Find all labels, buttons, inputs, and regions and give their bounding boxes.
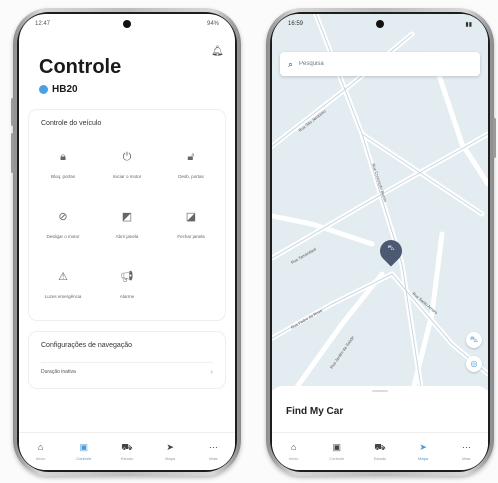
find-my-car-sheet: Find My Car <box>272 386 488 432</box>
control-label: Bloq. portas <box>50 174 75 179</box>
car-locate-icon[interactable]: ⛍ <box>466 332 482 348</box>
tab-label: Mais <box>462 456 471 461</box>
side-button <box>11 98 14 126</box>
tab-estado[interactable]: ⛟ Estado <box>363 442 397 461</box>
tab-estado[interactable]: ⛟ Estado <box>110 442 144 461</box>
tab-mapa[interactable]: ➤ Mapa <box>153 442 187 461</box>
horn-icon: 📢︎ <box>120 271 134 283</box>
car-icon: ⛟ <box>374 442 386 452</box>
tab-mais[interactable]: ⋯ Mais <box>449 442 483 461</box>
status-time: 12:47 <box>35 21 51 27</box>
tab-label: Estado <box>120 456 134 461</box>
vehicle-control-card: Controle do veículo 🔒︎ Bloq. portas ⏻ In… <box>29 110 225 320</box>
navigation-settings-card: Configurações de navegação Duração inati… <box>29 332 225 388</box>
phone-left: 12:47 94% 🔔︎ Controle HB20 Controle do v… <box>11 8 241 476</box>
page-title: Controle <box>39 56 122 78</box>
vehicle-control-title: Controle do veículo <box>41 120 102 127</box>
tab-label: Mais <box>209 456 218 461</box>
power-off-icon: ⊘ <box>58 211 68 223</box>
camera-hole <box>123 20 131 28</box>
bottom-nav: ⌂ Início ▣ Controle ⛟ Estado ➤ Mapa ⋯ Ma… <box>272 432 488 470</box>
unlock-doors-button[interactable]: 🔓︎ Desb. portas <box>163 150 219 179</box>
control-label: Iniciar o motor <box>112 174 142 179</box>
control-label: Fechar janela <box>177 234 205 239</box>
tab-label: Estado <box>373 456 387 461</box>
control-label: Luzes emergência <box>44 294 82 299</box>
screen-controle: 12:47 94% 🔔︎ Controle HB20 Controle do v… <box>19 14 235 470</box>
tab-inicio[interactable]: ⌂ Início <box>24 442 58 461</box>
close-window-button[interactable]: ◪ Fechar janela <box>163 210 219 239</box>
car-selector[interactable]: HB20 <box>39 84 78 95</box>
status-icons: ▮▮ <box>465 21 472 28</box>
open-window-button[interactable]: ◩ Abrir janela <box>99 210 155 239</box>
more-icon: ⋯ <box>461 442 471 452</box>
sheet-title: Find My Car <box>286 406 344 417</box>
power-icon: ⏻ <box>122 151 132 163</box>
my-location-icon[interactable]: ◎ <box>466 356 482 372</box>
search-input[interactable] <box>299 61 450 67</box>
status-battery: 94% <box>206 21 219 27</box>
navigation-icon: ➤ <box>419 442 427 452</box>
hazard-lights-button[interactable]: ⚠︎ Luzes emergência <box>35 270 91 299</box>
navigation-icon: ➤ <box>166 442 174 452</box>
stop-engine-button[interactable]: ⊘ Desligar o motor <box>35 210 91 239</box>
status-time: 16:59 <box>288 21 304 27</box>
side-button <box>11 133 14 173</box>
tab-label: Mapa <box>418 456 429 461</box>
window-close-icon: ◪ <box>185 211 197 223</box>
home-icon: ⌂ <box>290 442 297 452</box>
tab-label: Início <box>288 456 299 461</box>
chevron-right-icon: › <box>210 367 213 376</box>
control-label: Alarme <box>119 294 135 299</box>
control-label: Desb. portas <box>178 174 204 179</box>
tab-label: Controle <box>76 456 92 461</box>
tab-label: Início <box>35 456 46 461</box>
idle-duration-row[interactable]: Duração inativa › <box>41 362 213 380</box>
remote-icon: ▣ <box>79 442 89 452</box>
street-label: Rua Pedro da Rosa <box>290 308 324 330</box>
more-icon: ⋯ <box>208 442 218 452</box>
sheet-handle[interactable] <box>372 390 388 392</box>
idle-duration-label: Duração inativa <box>41 368 76 375</box>
tab-mapa[interactable]: ➤ Mapa <box>406 442 440 461</box>
start-engine-button[interactable]: ⏻ Iniciar o motor <box>99 150 155 179</box>
window-open-icon: ◩ <box>121 211 133 223</box>
tab-label: Mapa <box>165 456 176 461</box>
search-icon: ⌕ <box>288 58 294 69</box>
unlock-icon: 🔓︎ <box>187 151 195 163</box>
bottom-nav: ⌂ Início ▣ Controle ⛟ Estado ➤ Mapa ⋯ Ma… <box>19 432 235 470</box>
street-label: Rua Tamandaré <box>290 246 318 265</box>
scene: 12:47 94% 🔔︎ Controle HB20 Controle do v… <box>0 0 498 483</box>
tab-controle[interactable]: ▣ Controle <box>67 442 101 461</box>
tab-mais[interactable]: ⋯ Mais <box>196 442 230 461</box>
car-icon: ⛟ <box>121 442 133 452</box>
camera-hole <box>376 20 384 28</box>
screen-find-my-car: Rua São Jeronimo Rua Conceição Bueno Rua… <box>272 14 488 470</box>
tab-controle[interactable]: ▣ Controle <box>320 442 354 461</box>
hazard-icon: ⚠︎ <box>58 271 68 283</box>
lock-icon: 🔒︎ <box>60 151 66 163</box>
tab-inicio[interactable]: ⌂ Início <box>277 442 311 461</box>
side-button <box>493 118 496 158</box>
phone-right: Rua São Jeronimo Rua Conceição Bueno Rua… <box>266 8 496 476</box>
bell-icon[interactable]: 🔔︎ <box>211 46 224 58</box>
search-bar[interactable]: ⌕ <box>280 52 480 76</box>
home-icon: ⌂ <box>37 442 44 452</box>
tab-label: Controle <box>329 456 345 461</box>
remote-icon: ▣ <box>332 442 342 452</box>
car-icon: ⛍ <box>387 245 395 252</box>
control-label: Desligar o motor <box>46 234 80 239</box>
lock-doors-button[interactable]: 🔒︎ Bloq. portas <box>35 150 91 179</box>
navigation-settings-title: Configurações de navegação <box>41 342 133 349</box>
car-status-icon <box>39 85 48 94</box>
alarm-button[interactable]: 📢︎ Alarme <box>99 270 155 299</box>
car-name: HB20 <box>52 84 78 95</box>
control-label: Abrir janela <box>115 234 139 239</box>
